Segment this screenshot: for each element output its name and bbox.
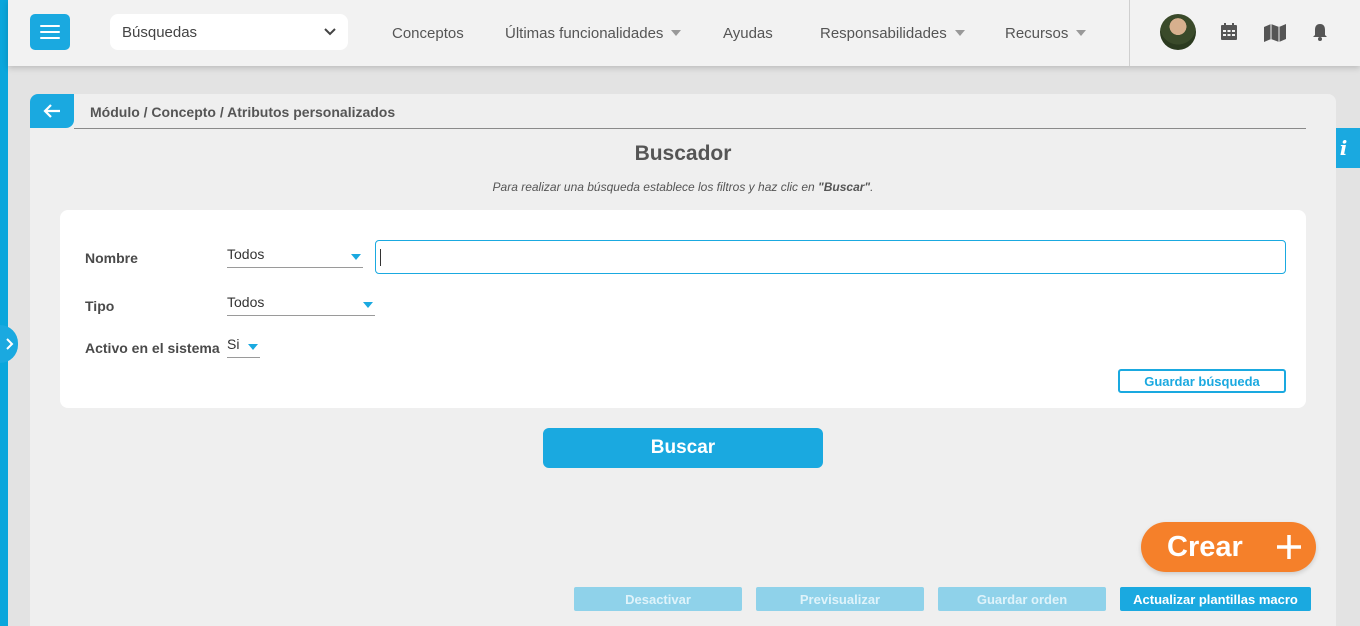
- nav-label: Últimas funcionalidades: [505, 24, 664, 42]
- tipo-select[interactable]: Todos: [227, 294, 375, 316]
- deactivate-button[interactable]: Desactivar: [574, 587, 742, 611]
- create-label: Crear: [1167, 530, 1243, 563]
- caret-down-icon: [363, 302, 373, 308]
- hint-emphasis: "Buscar": [818, 180, 871, 194]
- save-order-button[interactable]: Guardar orden: [938, 587, 1106, 611]
- tipo-value: Todos: [227, 294, 265, 310]
- hamburger-icon-line: [40, 31, 60, 33]
- calendar-icon[interactable]: [1219, 22, 1239, 42]
- nav-label: Ayudas: [723, 24, 773, 42]
- tipo-label: Tipo: [85, 298, 115, 314]
- create-button[interactable]: Crear: [1141, 522, 1316, 572]
- breadcrumb: Módulo / Concepto / Atributos personaliz…: [90, 104, 396, 120]
- activo-select[interactable]: Si: [227, 336, 260, 358]
- nombre-operator-select[interactable]: Todos: [227, 246, 363, 268]
- chevron-down-icon: [324, 28, 336, 36]
- nav-label: Recursos: [1005, 24, 1069, 42]
- activo-label: Activo en el sistema: [85, 340, 220, 356]
- nav-ayudas[interactable]: Ayudas: [723, 0, 773, 66]
- sidebar-toggle[interactable]: [0, 325, 18, 363]
- hint-text: Para realizar una búsqueda establece los…: [492, 180, 819, 194]
- page-title: Buscador: [634, 142, 732, 165]
- nav-recursos[interactable]: Recursos: [1005, 0, 1087, 66]
- text-cursor: [380, 249, 381, 266]
- search-hint: Para realizar una búsqueda establece los…: [30, 180, 1336, 194]
- nav-label: Responsabilidades: [820, 24, 947, 42]
- nav-conceptos[interactable]: Conceptos: [392, 0, 464, 66]
- left-accent-strip: [0, 0, 8, 626]
- hint-suffix: .: [870, 180, 874, 194]
- hamburger-icon-line: [40, 37, 60, 39]
- caret-down-icon: [351, 254, 361, 260]
- nombre-input[interactable]: [375, 240, 1286, 274]
- user-avatar[interactable]: [1160, 14, 1196, 50]
- nav-ultimas-funcionalidades[interactable]: Últimas funcionalidades: [505, 0, 682, 66]
- hamburger-icon-line: [40, 25, 60, 27]
- top-bar: Búsquedas Conceptos Últimas funcionalida…: [8, 0, 1360, 66]
- search-module-select[interactable]: Búsquedas: [110, 14, 348, 50]
- chevron-right-icon: [6, 338, 14, 350]
- save-search-button[interactable]: Guardar búsqueda: [1118, 369, 1286, 393]
- activo-value: Si: [227, 336, 240, 352]
- nav-label: Conceptos: [392, 24, 464, 42]
- nav-responsabilidades[interactable]: Responsabilidades: [820, 0, 965, 66]
- search-button[interactable]: Buscar: [543, 428, 823, 468]
- filter-card: Nombre Todos Tipo Todos Activo en el sis…: [60, 210, 1306, 408]
- caret-down-icon: [1076, 30, 1087, 36]
- caret-down-icon: [248, 344, 258, 350]
- topbar-divider: [1129, 0, 1130, 66]
- bell-icon[interactable]: [1310, 22, 1330, 42]
- nombre-operator-value: Todos: [227, 246, 265, 262]
- update-macro-templates-button[interactable]: Actualizar plantillas macro: [1120, 587, 1311, 611]
- breadcrumb-divider: [74, 128, 1306, 129]
- caret-down-icon: [954, 30, 965, 36]
- hamburger-menu-button[interactable]: [30, 14, 70, 50]
- caret-down-icon: [671, 30, 682, 36]
- plus-icon: [1277, 535, 1301, 559]
- nombre-label: Nombre: [85, 250, 138, 266]
- info-icon: i: [1339, 136, 1348, 160]
- search-select-value: Búsquedas: [122, 23, 198, 41]
- preview-button[interactable]: Previsualizar: [756, 587, 924, 611]
- arrow-left-icon: [43, 104, 60, 118]
- back-button[interactable]: [30, 94, 74, 128]
- map-icon[interactable]: [1263, 22, 1287, 42]
